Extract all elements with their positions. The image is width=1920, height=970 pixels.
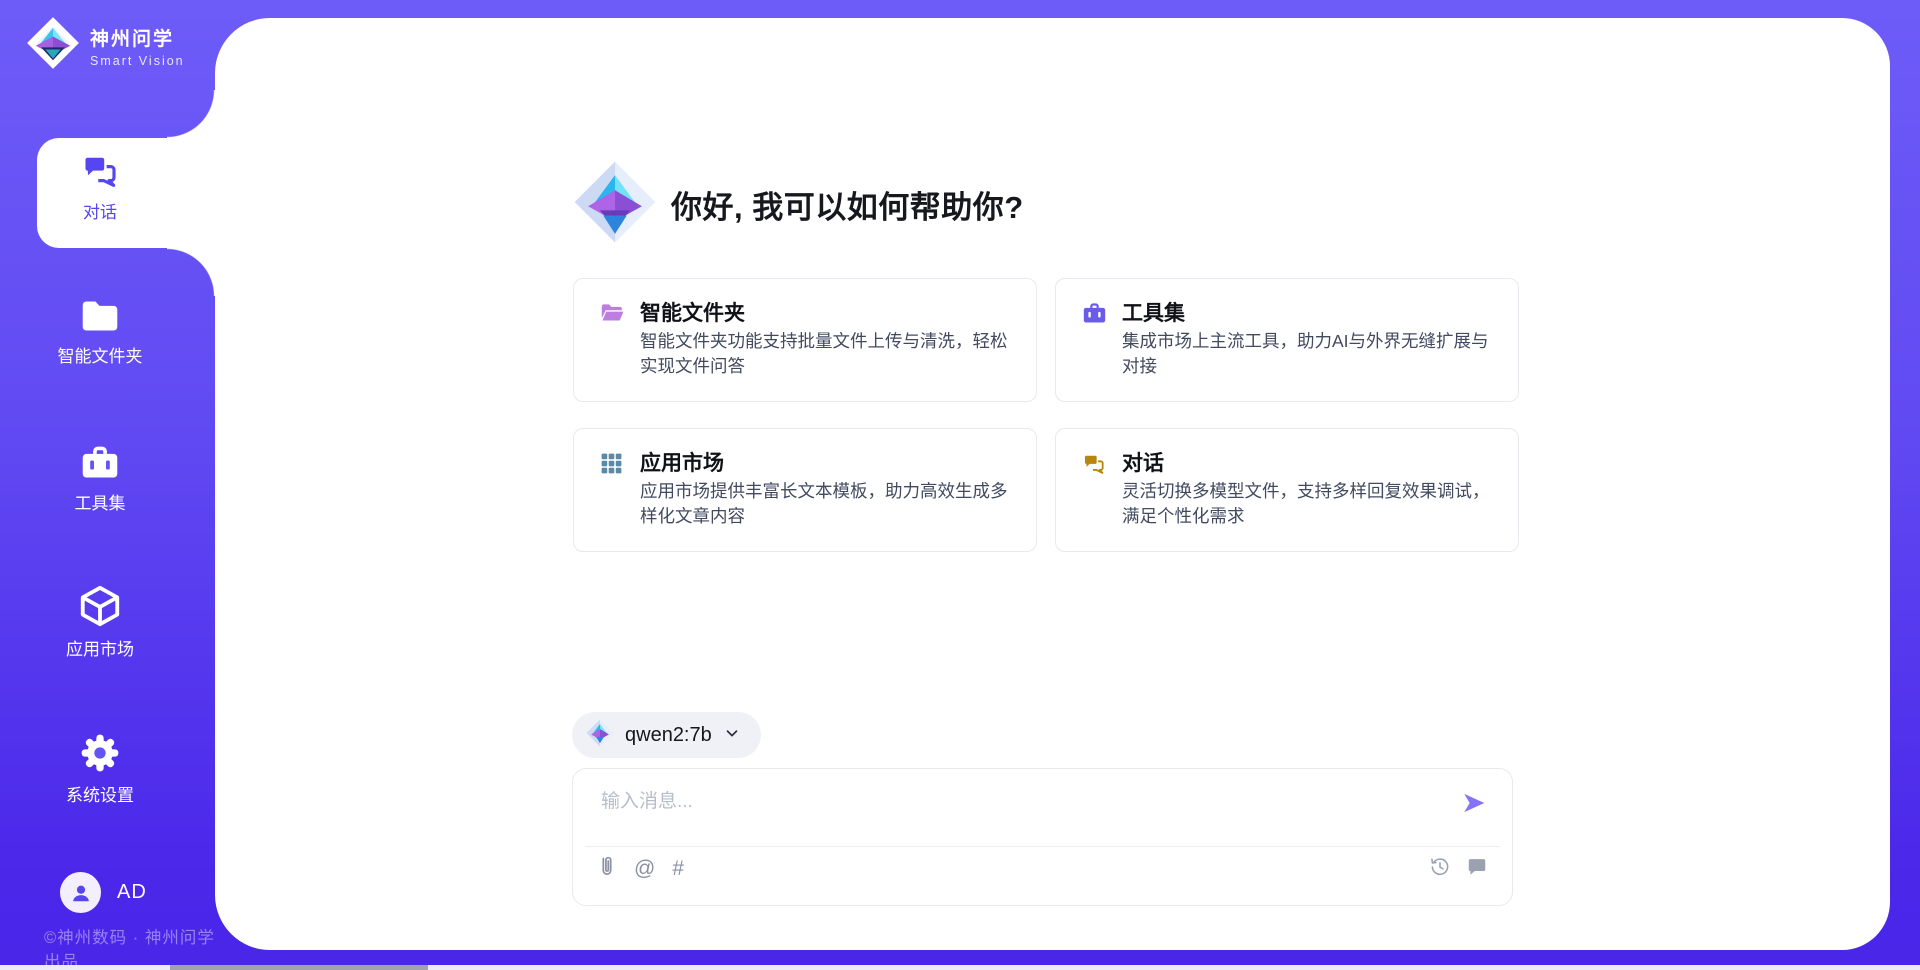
brand: 神州问学 Smart Vision	[26, 16, 185, 75]
brand-text: 神州问学 Smart Vision	[90, 24, 185, 68]
composer-tools-right	[1429, 855, 1488, 883]
card-description: 灵活切换多模型文件，支持多样回复效果调试，满足个性化需求	[1122, 479, 1500, 530]
card-title: 工具集	[1122, 297, 1185, 327]
sidebar-item-app-market[interactable]: 应用市场	[0, 583, 200, 660]
sidebar-item-chat[interactable]: 对话	[0, 150, 200, 223]
feedback-bubble-icon	[1466, 856, 1488, 883]
horizontal-scrollbar-track	[0, 965, 1920, 970]
chevron-down-icon	[723, 724, 741, 747]
greeting-title: 你好, 我可以如何帮助你?	[671, 182, 1024, 227]
brand-subtitle: Smart Vision	[90, 54, 185, 68]
card-toolset[interactable]: 工具集 集成市场上主流工具，助力AI与外界无缝扩展与对接	[1055, 278, 1519, 402]
topic-button[interactable]: #	[672, 855, 684, 883]
grid-icon	[599, 451, 624, 481]
toolbox-icon	[0, 443, 200, 483]
send-icon	[1461, 790, 1487, 821]
paperclip-icon	[597, 854, 617, 885]
sidebar: 神州问学 Smart Vision 对话	[0, 0, 215, 970]
hash-icon: #	[672, 857, 684, 881]
sidebar-item-label: 工具集	[0, 489, 200, 514]
copyright-footer: ©神州数码 · 神州问学出品	[44, 924, 215, 970]
chat-icon	[0, 150, 200, 192]
attach-file-button[interactable]	[597, 855, 617, 883]
feature-cards: 智能文件夹 智能文件夹功能支持批量文件上传与清洗，轻松实现文件问答 工具集 集成…	[573, 278, 1519, 552]
toolbox-icon	[1081, 301, 1108, 331]
brand-name: 神州问学	[90, 24, 185, 51]
model-selector[interactable]: qwen2:7b	[572, 712, 761, 758]
card-description: 智能文件夹功能支持批量文件上传与清洗，轻松实现文件问答	[640, 329, 1018, 380]
model-logo-icon	[586, 719, 614, 752]
feedback-button[interactable]	[1466, 855, 1488, 883]
history-button[interactable]	[1429, 855, 1451, 883]
at-sign-icon: @	[634, 857, 655, 881]
user-account[interactable]: AD	[60, 872, 147, 913]
message-composer: @ #	[572, 768, 1513, 906]
tab-curve-bottom	[167, 248, 215, 296]
composer-tools-left: @ #	[597, 855, 684, 883]
send-button[interactable]	[1460, 791, 1488, 819]
user-initials: AD	[117, 881, 147, 904]
greeting: 你好, 我可以如何帮助你?	[573, 160, 1024, 249]
card-smart-folder[interactable]: 智能文件夹 智能文件夹功能支持批量文件上传与清洗，轻松实现文件问答	[573, 278, 1037, 402]
horizontal-scrollbar-thumb[interactable]	[170, 965, 428, 970]
sidebar-item-settings[interactable]: 系统设置	[0, 731, 200, 806]
model-name: qwen2:7b	[625, 724, 712, 747]
sidebar-item-toolset[interactable]: 工具集	[0, 443, 200, 514]
card-title: 应用市场	[640, 447, 724, 477]
cube-icon	[0, 583, 200, 629]
message-input[interactable]	[599, 783, 1403, 821]
card-description: 集成市场上主流工具，助力AI与外界无缝扩展与对接	[1122, 329, 1500, 380]
folder-open-icon	[599, 301, 626, 330]
composer-divider	[585, 846, 1500, 847]
sidebar-item-label: 应用市场	[0, 635, 200, 660]
tab-curve-top	[167, 90, 215, 138]
card-description: 应用市场提供丰富长文本模板，助力高效生成多样化文章内容	[640, 479, 1018, 530]
brand-logo-diamond-icon	[26, 16, 80, 75]
sidebar-item-label: 智能文件夹	[0, 342, 200, 367]
chat-bubbles-icon	[1081, 451, 1107, 482]
mention-button[interactable]: @	[634, 855, 655, 883]
card-chat[interactable]: 对话 灵活切换多模型文件，支持多样回复效果调试，满足个性化需求	[1055, 428, 1519, 552]
app-window: 神州问学 Smart Vision 对话	[0, 0, 1920, 970]
sidebar-item-smart-folder[interactable]: 智能文件夹	[0, 296, 200, 367]
sidebar-item-label: 对话	[0, 198, 200, 223]
card-app-market[interactable]: 应用市场 应用市场提供丰富长文本模板，助力高效生成多样化文章内容	[573, 428, 1037, 552]
user-avatar	[60, 872, 101, 913]
folder-icon	[0, 296, 200, 336]
gear-icon	[0, 731, 200, 775]
card-title: 智能文件夹	[640, 297, 745, 327]
sidebar-item-label: 系统设置	[0, 781, 200, 806]
card-title: 对话	[1122, 447, 1164, 477]
history-icon	[1429, 856, 1451, 883]
assistant-logo-diamond-icon	[573, 160, 657, 249]
